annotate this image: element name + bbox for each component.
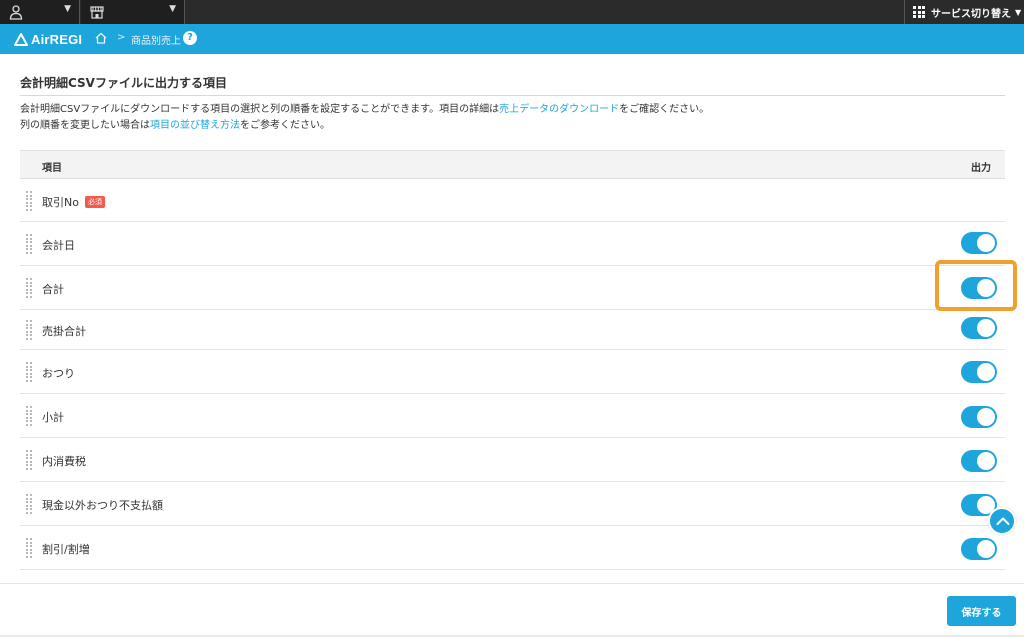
table-row: 取引No 必須 [20, 179, 1005, 222]
table-row: 会計日 [20, 222, 1005, 266]
row-label: 割引/割増 [42, 543, 90, 556]
table-header: 項目 出力 [20, 150, 1005, 179]
table-row: 売掛合計 [20, 310, 1005, 350]
store-menu[interactable]: ▼ [81, 0, 185, 24]
output-toggle[interactable] [961, 406, 997, 428]
table-row: 合計 [20, 266, 1005, 310]
chevron-up-icon [996, 517, 1010, 525]
grid-icon [913, 6, 925, 18]
breadcrumb-current: 商品別売上 [131, 36, 181, 47]
table-row: 小計 [20, 394, 1005, 438]
description-line-1: 会計明細CSVファイルにダウンロードする項目の選択と列の順番を設定することができ… [20, 100, 709, 115]
save-button[interactable]: 保存する [947, 596, 1016, 626]
breadcrumb-separator-icon: > [117, 32, 126, 43]
scroll-to-top-button[interactable] [988, 507, 1016, 535]
home-icon[interactable] [94, 31, 108, 45]
output-toggle[interactable] [961, 361, 997, 383]
row-label: 取引No [42, 196, 79, 209]
description-line-2: 列の順番を変更したい場合は項目の並び替え方法をご参考ください。 [20, 116, 330, 131]
top-bar: ▼ ▼ サービス切り替え ▼ [0, 0, 1024, 24]
service-switch-label: サービス切り替え [931, 8, 1011, 20]
triangle-logo-icon [14, 32, 28, 46]
footer-bar: 保存する [0, 583, 1024, 637]
output-toggle[interactable] [961, 317, 997, 339]
help-icon[interactable]: ? [183, 31, 197, 45]
row-label: 会計日 [42, 239, 75, 252]
row-label: 合計 [42, 283, 64, 296]
chevron-down-icon: ▼ [1015, 7, 1022, 17]
description-text: 会計明細CSVファイルにダウンロードする項目の選択と列の順番を設定することができ… [20, 104, 500, 115]
drag-handle-icon[interactable] [26, 538, 34, 558]
table-row: おつり [20, 350, 1005, 394]
store-icon [90, 6, 104, 19]
row-label: 小計 [42, 411, 64, 424]
drag-handle-icon[interactable] [26, 191, 34, 211]
drag-handle-icon[interactable] [26, 278, 34, 298]
drag-handle-icon[interactable] [26, 450, 34, 470]
table-row: 現金以外おつり不支払額 [20, 482, 1005, 526]
user-icon [9, 5, 23, 20]
airregi-logo[interactable]: AirREGI [14, 31, 82, 47]
column-header-output: 出力 [971, 163, 991, 174]
chevron-down-icon: ▼ [169, 4, 176, 14]
table-row: 割引/割増 [20, 526, 1005, 570]
column-header-item: 項目 [42, 163, 62, 174]
row-label: おつり [42, 367, 75, 380]
description-text: をご確認ください。 [619, 104, 710, 115]
account-menu[interactable]: ▼ [0, 0, 80, 24]
row-label: 現金以外おつり不支払額 [42, 499, 163, 512]
service-switch-button[interactable]: サービス切り替え ▼ [904, 0, 1024, 24]
description-text: 列の順番を変更したい場合は [20, 120, 150, 131]
app-header: AirREGI > 商品別売上 ? [0, 24, 1024, 54]
output-toggle[interactable] [961, 538, 997, 560]
output-toggle[interactable] [961, 450, 997, 472]
drag-handle-icon[interactable] [26, 406, 34, 426]
table-row: 内消費税 [20, 438, 1005, 482]
drag-handle-icon[interactable] [26, 494, 34, 514]
row-label: 内消費税 [42, 455, 86, 468]
drag-handle-icon[interactable] [26, 362, 34, 382]
drag-handle-icon[interactable] [26, 320, 34, 340]
required-badge: 必須 [85, 196, 105, 208]
highlight-box [935, 260, 1017, 311]
logo-text: AirREGI [31, 31, 83, 47]
drag-handle-icon[interactable] [26, 234, 34, 254]
sales-data-download-link[interactable]: 売上データのダウンロード [499, 104, 619, 115]
sort-method-link[interactable]: 項目の並び替え方法 [150, 120, 240, 131]
chevron-down-icon: ▼ [64, 4, 71, 14]
description-text: をご参考ください。 [240, 120, 330, 131]
section-title: 会計明細CSVファイルに出力する項目 [20, 76, 227, 90]
divider [20, 95, 1005, 96]
output-toggle[interactable] [961, 232, 997, 254]
row-label: 売掛合計 [42, 325, 86, 338]
